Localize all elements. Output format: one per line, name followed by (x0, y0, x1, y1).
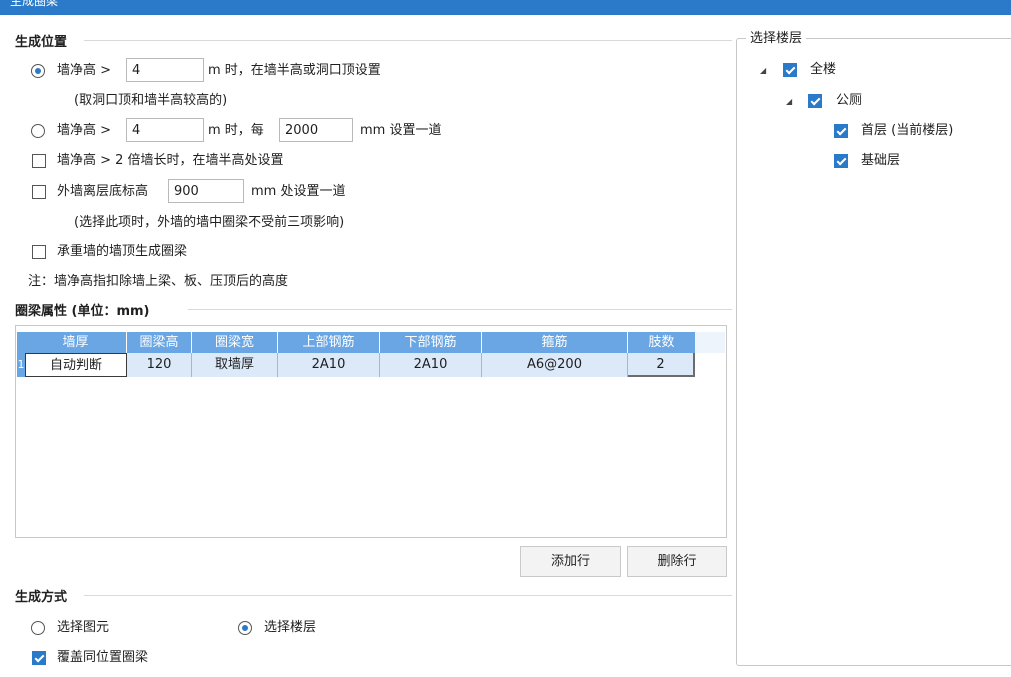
window-title-bar: 生成圈梁 (0, 0, 1011, 15)
grid-header-cell[interactable]: 圈梁宽 (192, 332, 278, 353)
bearing-wall-top-checkbox[interactable] (32, 245, 46, 259)
tree-label-floor[interactable]: 基础层 (861, 152, 900, 170)
expand-arrow-icon[interactable]: ◢ (760, 66, 766, 76)
add-row-button[interactable]: 添加行 (520, 546, 621, 577)
grid-header-cell[interactable]: 肢数 (628, 332, 695, 353)
height-interval-radio[interactable] (31, 124, 45, 138)
expand-arrow-icon[interactable]: ◢ (786, 97, 792, 107)
check2-suffix: mm 处设置一道 (251, 184, 346, 199)
option1-note: (取洞口顶和墙半高较高的) (74, 93, 228, 108)
grid-cell-beam-height[interactable]: 120 (127, 353, 192, 377)
floor-panel-title: 选择楼层 (746, 30, 807, 48)
tree-checkbox-floor[interactable] (834, 154, 848, 168)
overwrite-checkbox[interactable] (32, 651, 46, 665)
grid-cell-top-rebar[interactable]: 2A10 (278, 353, 380, 377)
section-divider (84, 595, 732, 596)
tree-label-floor[interactable]: 首层 (当前楼层) (861, 122, 953, 140)
grid-header-filler (695, 332, 725, 353)
tree-checkbox-building[interactable] (808, 94, 822, 108)
tree-label-all[interactable]: 全楼 (810, 61, 836, 79)
option1-height-input[interactable] (126, 58, 204, 82)
exterior-wall-elevation-checkbox[interactable] (32, 185, 46, 199)
check3-label: 承重墙的墙顶生成圈梁 (57, 244, 188, 259)
props-section-title: 圈梁属性 (单位：mm) (15, 304, 150, 319)
overwrite-label: 覆盖同位置圈梁 (57, 650, 149, 665)
option2-height-input[interactable] (126, 118, 204, 142)
grid-cell-stirrup[interactable]: A6@200 (482, 353, 628, 377)
footnote: 注：墙净高指扣除墙上梁、板、压顶后的高度 (28, 274, 289, 289)
tree-checkbox-all[interactable] (783, 63, 797, 77)
check1-label: 墙净高 > 2 倍墙长时，在墙半高处设置 (57, 153, 284, 168)
grid-cell-bottom-rebar[interactable]: 2A10 (380, 353, 482, 377)
check2-prefix: 外墙离层底标高 (57, 184, 149, 199)
select-floors-label: 选择楼层 (264, 620, 317, 635)
option2-middle: m 时，每 (208, 123, 264, 138)
select-elements-label: 选择图元 (57, 620, 110, 635)
wall-height-ratio-checkbox[interactable] (32, 154, 46, 168)
option2-suffix: mm 设置一道 (360, 123, 442, 138)
grid-corner-header (17, 332, 25, 353)
grid-cell-legs[interactable]: 2 (628, 353, 695, 377)
delete-row-button[interactable]: 删除行 (627, 546, 727, 577)
option1-suffix: m 时，在墙半高或洞口顶设置 (208, 63, 381, 78)
option2-spacing-input[interactable] (279, 118, 353, 142)
grid-header-cell[interactable]: 圈梁高 (127, 332, 192, 353)
grid-header-cell[interactable]: 下部钢筋 (380, 332, 482, 353)
section-divider (84, 40, 732, 41)
section-divider (188, 309, 732, 310)
row-index[interactable]: 1 (17, 353, 25, 377)
tree-label-building[interactable]: 公厕 (836, 92, 862, 110)
grid-header-cell[interactable]: 上部钢筋 (278, 332, 380, 353)
window-title: 生成圈梁 (10, 0, 59, 8)
select-floors-radio[interactable] (238, 621, 252, 635)
grid-cell-wall-thickness[interactable]: 自动判断 (25, 353, 127, 377)
method-section-title: 生成方式 (15, 590, 68, 605)
grid-cell-beam-width[interactable]: 取墙厚 (192, 353, 278, 377)
tree-checkbox-floor[interactable] (834, 124, 848, 138)
grid-header-cell[interactable]: 墙厚 (25, 332, 127, 353)
select-elements-radio[interactable] (31, 621, 45, 635)
elevation-input[interactable] (168, 179, 244, 203)
option2-prefix: 墙净高 > (57, 123, 112, 138)
option1-prefix: 墙净高 > (57, 63, 112, 78)
grid-header-cell[interactable]: 箍筋 (482, 332, 628, 353)
position-section-title: 生成位置 (15, 35, 68, 50)
check2-note: (选择此项时，外墙的墙中圈梁不受前三项影响) (74, 215, 345, 230)
height-midwall-radio[interactable] (31, 64, 45, 78)
